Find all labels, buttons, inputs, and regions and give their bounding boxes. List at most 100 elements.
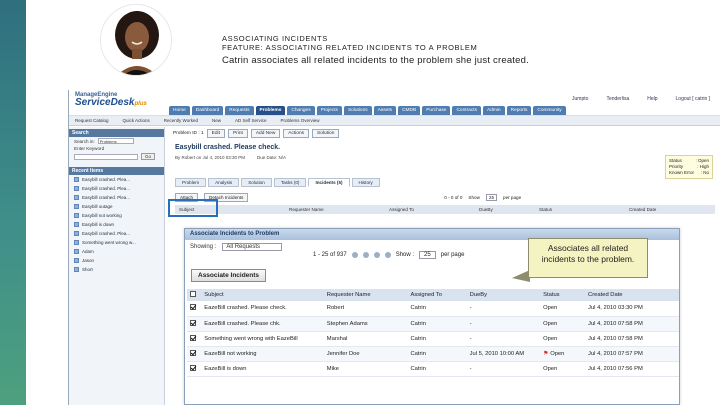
subtab-incidents-5[interactable]: Incidents (5) xyxy=(308,178,350,187)
toolbar-item-request-catalog[interactable]: Request Catalog xyxy=(75,118,109,123)
incident-pager: 0 - 0 of 0 xyxy=(444,194,463,200)
request-icon xyxy=(74,177,79,182)
recent-item[interactable]: Jason xyxy=(69,256,164,265)
dialog-pager: 1 - 25 of 937 Show : 25 per page xyxy=(313,251,464,259)
problem-subtabs: Problem Analysis Solution Tasks (0) Incident… xyxy=(175,178,380,187)
dialog-per-page-select[interactable]: 25 xyxy=(419,251,436,259)
incident-subject[interactable]: EazeBill not working xyxy=(201,346,324,362)
sidebar: Search Search in: Problems Enter Keyword… xyxy=(69,127,165,405)
tab-home[interactable]: Home xyxy=(169,106,190,115)
print-button[interactable]: Print xyxy=(227,129,248,138)
incident-dueby: - xyxy=(466,361,541,377)
subtab-problem[interactable]: Problem xyxy=(175,178,207,187)
recent-item[interactable]: Easybill not working xyxy=(69,211,164,220)
table-row[interactable]: EazeBill crashed. Please check. Robert Cat… xyxy=(187,301,679,317)
incident-col-assigned-to[interactable]: Assigned To xyxy=(385,207,475,212)
incident-subject[interactable]: Something went wrong with EazeBill xyxy=(201,331,324,347)
recent-item[interactable]: Adam xyxy=(69,247,164,256)
header-link-logout-catrin[interactable]: Logout [ catrin ] xyxy=(676,96,710,102)
tab-assets[interactable]: Assets xyxy=(373,106,397,115)
incident-requester: Robert xyxy=(323,301,408,317)
toolbar-item-ad-self-service[interactable]: AD Self Service xyxy=(235,118,267,123)
header-link-tenderlisa[interactable]: Tenderlisa xyxy=(606,96,629,102)
tab-contracts[interactable]: Contracts xyxy=(452,106,481,115)
select-all-column[interactable] xyxy=(187,289,202,301)
toolbar-item-new[interactable]: New xyxy=(212,118,221,123)
subtab-tasks-0[interactable]: Tasks (0) xyxy=(273,178,307,187)
column-status[interactable]: Status xyxy=(540,289,586,301)
tab-reports[interactable]: Reports xyxy=(506,106,532,115)
select-all-checkbox[interactable] xyxy=(190,291,196,297)
associate-incidents-button[interactable]: Associate Incidents xyxy=(191,269,267,282)
incident-col-requester-name[interactable]: Requester Name xyxy=(285,207,385,212)
incident-assigned: Catrin xyxy=(407,361,467,377)
incident-created: Jul 4, 2010 07:56 PM xyxy=(585,361,679,377)
incident-per-page-label: per page xyxy=(503,194,522,200)
next-page-icon[interactable] xyxy=(373,252,380,258)
recent-item[interactable]: Easybill is down xyxy=(69,220,164,229)
incident-per-page-select[interactable]: 25 xyxy=(485,193,498,201)
app-logo[interactable]: ManageEngine ServiceDeskplus xyxy=(75,92,147,109)
incident-subject[interactable]: EazeBill is down xyxy=(201,361,324,377)
solution-button[interactable]: Solution xyxy=(312,129,340,138)
recent-item[interactable]: Easybill crashed. Plea... xyxy=(69,229,164,238)
recent-item[interactable]: Easybill crashed. Plea... xyxy=(69,175,164,184)
subtab-analysis[interactable]: Analysis xyxy=(208,178,240,187)
add-new-button[interactable]: Add New xyxy=(250,129,281,138)
recent-item[interactable]: Easybill crashed. Plea... xyxy=(69,184,164,193)
actions-button[interactable]: Actions xyxy=(283,129,310,138)
row-checkbox[interactable] xyxy=(190,364,196,371)
incident-subject[interactable]: EazeBill crashed. Please chk. xyxy=(201,316,324,332)
column-requester-name[interactable]: Requester Name xyxy=(323,289,408,301)
last-page-icon[interactable] xyxy=(384,252,391,258)
table-row[interactable]: EazeBill not working Jennifer Doe Catrin Ju… xyxy=(187,346,679,362)
table-row[interactable]: Something went wrong with EazeBill Marsha… xyxy=(187,331,679,347)
incident-col-status[interactable]: Status xyxy=(535,207,625,212)
search-go-button[interactable]: Go xyxy=(141,153,156,160)
search-in-select[interactable]: Problems xyxy=(97,138,134,144)
tab-requests[interactable]: Requests xyxy=(225,106,254,115)
incident-subject[interactable]: EazeBill crashed. Please check. xyxy=(201,301,324,317)
search-header: Search xyxy=(69,129,164,137)
tab-community[interactable]: Community xyxy=(533,106,566,115)
recent-item-label: Easybill is down xyxy=(82,222,115,227)
edit-button[interactable]: Edit xyxy=(206,129,225,138)
prev-page-icon[interactable] xyxy=(362,252,369,258)
recent-item-label: Easybill crashed. Plea... xyxy=(82,186,131,191)
table-row[interactable]: EazeBill crashed. Please chk. Stephen Ada… xyxy=(187,316,679,332)
recent-item[interactable]: Short xyxy=(69,265,164,274)
subtab-history[interactable]: History xyxy=(351,178,380,187)
toolbar-item-quick-actions[interactable]: Quick Actions xyxy=(123,118,150,123)
row-checkbox[interactable] xyxy=(190,319,196,326)
keyword-input[interactable] xyxy=(74,153,138,160)
tab-purchase[interactable]: Purchase xyxy=(422,106,451,115)
recent-item[interactable]: Easybill outage xyxy=(69,202,164,211)
recent-item[interactable]: Something went wrong w... xyxy=(69,238,164,247)
table-row[interactable]: EazeBill is down Mike Catrin - Open Jul 4, 20… xyxy=(187,361,679,377)
tab-cmdb[interactable]: CMDB xyxy=(398,106,421,115)
showing-select[interactable]: All Requests xyxy=(222,243,283,251)
row-checkbox[interactable] xyxy=(190,304,196,311)
row-checkbox[interactable] xyxy=(190,349,196,356)
column-assigned-to[interactable]: Assigned To xyxy=(407,289,467,301)
subtab-solution[interactable]: Solution xyxy=(241,178,272,187)
column-subject[interactable]: Subject xyxy=(201,289,324,301)
tab-problems[interactable]: Problems xyxy=(255,106,286,115)
column-created-date[interactable]: Created Date xyxy=(585,289,679,301)
tab-admin[interactable]: Admin xyxy=(483,106,505,115)
toolbar-item-problems-overview[interactable]: Problems Overview xyxy=(281,118,320,123)
incident-col-created-date[interactable]: Created Date xyxy=(625,207,715,212)
column-dueby[interactable]: DueBy xyxy=(466,289,541,301)
tab-dashboard[interactable]: Dashboard xyxy=(191,106,224,115)
row-checkbox[interactable] xyxy=(190,334,196,341)
toolbar-item-recently-worked[interactable]: Recently Worked xyxy=(164,118,198,123)
tab-changes[interactable]: Changes xyxy=(287,106,315,115)
header-link-help[interactable]: Help xyxy=(647,96,657,102)
recent-item-label: Easybill not working xyxy=(82,213,122,218)
tab-solutions[interactable]: Solutions xyxy=(343,106,372,115)
header-link-jumpto[interactable]: Jumpto xyxy=(572,96,588,102)
first-page-icon[interactable] xyxy=(351,252,358,258)
tab-projects[interactable]: Projects xyxy=(316,106,342,115)
recent-item[interactable]: Easybill crashed. Plea... xyxy=(69,193,164,202)
incident-col-dueby[interactable]: DueBy xyxy=(475,207,535,212)
